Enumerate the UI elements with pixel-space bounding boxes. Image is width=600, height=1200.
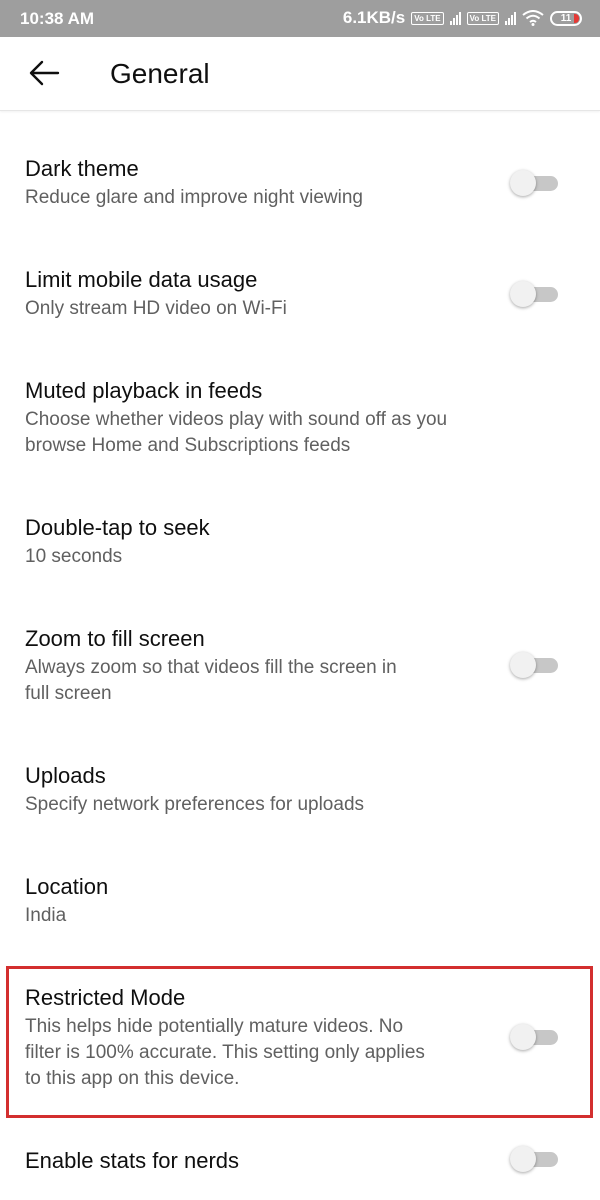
subtitle-line: full screen [25,683,112,704]
subtitle-line: This helps hide potentially mature video… [25,1016,404,1037]
setting-stats-for-nerds[interactable]: Enable stats for nerds [25,1148,505,1174]
setting-title: Double-tap to seek [25,515,210,540]
stats-for-nerds-toggle[interactable] [510,1146,558,1172]
setting-double-tap-seek[interactable]: Double-tap to seek 10 seconds [25,515,505,570]
network-speed: 6.1KB/s [342,8,406,27]
arrow-left-icon[interactable] [28,59,60,87]
subtitle-line: browse Home and Subscriptions feeds [25,435,351,456]
setting-title: Dark theme [25,156,139,181]
setting-subtitle: Reduce glare and improve night viewing [25,187,363,208]
setting-dark-theme[interactable]: Dark theme Reduce glare and improve nigh… [25,156,505,211]
battery-level: 11 [560,12,572,24]
setting-subtitle: Specify network preferences for uploads [25,794,365,815]
subtitle-line: filter is 100% accurate. This setting on… [25,1042,425,1063]
wifi-icon [522,10,544,26]
setting-uploads[interactable]: Uploads Specify network preferences for … [25,763,505,818]
setting-subtitle: 10 seconds [25,546,123,567]
zoom-to-fill-toggle[interactable] [510,652,558,678]
setting-title: Muted playback in feeds [25,378,263,403]
restricted-mode-toggle[interactable] [510,1024,558,1050]
volte-icon-2: Vo LTE [466,11,499,25]
subtitle-line: Choose whether videos play with sound of… [25,409,448,430]
setting-zoom-to-fill[interactable]: Zoom to fill screen Always zoom so that … [25,626,505,707]
status-time: 10:38 AM [20,9,95,28]
subtitle-line: Always zoom so that videos fill the scre… [25,657,397,678]
setting-subtitle: Only stream HD video on Wi-Fi [25,298,287,319]
setting-restricted-mode[interactable]: Restricted Mode This helps hide potentia… [25,985,505,1092]
setting-subtitle: Always zoom so that videos fill the scre… [25,655,505,707]
setting-subtitle: This helps hide potentially mature video… [25,1014,505,1092]
page-title: General [110,58,210,89]
status-bar: 10:38 AM 6.1KB/s Vo LTE Vo LTE 11 [0,0,600,37]
setting-title: Restricted Mode [25,985,186,1010]
setting-location[interactable]: Location India [25,874,505,929]
setting-title: Enable stats for nerds [25,1148,240,1173]
app-bar: General [0,37,600,111]
setting-title: Zoom to fill screen [25,626,205,651]
setting-limit-mobile-data[interactable]: Limit mobile data usage Only stream HD v… [25,267,505,322]
dark-theme-toggle[interactable] [510,170,558,196]
signal-icon [449,11,461,25]
status-icons: 6.1KB/s Vo LTE Vo LTE 11 [343,8,582,28]
setting-subtitle: India [25,905,67,926]
signal-icon-2 [505,11,516,25]
volte-icon: Vo LTE [411,11,444,25]
setting-muted-playback[interactable]: Muted playback in feeds Choose whether v… [25,378,525,459]
setting-title: Limit mobile data usage [25,267,258,292]
setting-title: Uploads [25,763,106,788]
battery-icon: 11 [550,10,582,26]
subtitle-line: to this app on this device. [25,1068,240,1089]
setting-title: Location [25,874,109,899]
setting-subtitle: Choose whether videos play with sound of… [25,407,525,459]
limit-mobile-data-toggle[interactable] [510,281,558,307]
